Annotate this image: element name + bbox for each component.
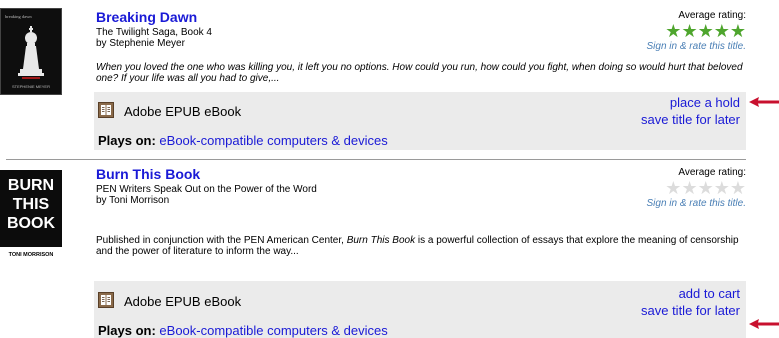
cover-line3: BOOK [7,215,55,232]
author-text: by Stephenie Meyer [96,38,185,49]
star-icon[interactable]: ★ [714,178,730,198]
title-actions: place a hold save title for later [641,94,740,128]
star-icon[interactable]: ★ [730,21,746,41]
star-icon[interactable]: ★ [681,21,697,41]
cover-bottom-text: STEPHENIE MEYER [12,84,50,89]
author-text: by Toni Morrison [96,195,170,206]
rating-label: Average rating: [678,10,746,21]
rating-stars[interactable]: ★★★★★ [647,178,746,198]
plays-on-label: Plays on: [98,133,156,148]
compatible-devices-link[interactable]: eBook-compatible computers & devices [159,323,387,338]
rating-block: Average rating: ★★★★★ Sign in & rate thi… [647,167,747,209]
title-link[interactable]: Burn This Book [96,166,200,182]
rating-label: Average rating: [678,167,746,178]
result-divider [6,159,746,160]
sign-in-to-rate-link[interactable]: Sign in & rate this title. [647,198,747,209]
series-text: PEN Writers Speak Out on the Power of th… [96,184,317,195]
open-book-icon [98,102,114,118]
star-icon[interactable]: ★ [714,21,730,41]
cover-top-text: breaking dawn [5,14,32,19]
star-icon[interactable]: ★ [665,178,681,198]
star-icon[interactable]: ★ [698,178,714,198]
description: When you loved the one who was killing y… [96,62,743,84]
star-icon[interactable]: ★ [730,178,746,198]
search-result-burn-this-book: BURN THIS BOOK TONI MORRISON Burn This B… [0,161,779,338]
add-to-cart-link[interactable]: add to cart [641,285,740,302]
rating-stars[interactable]: ★★★★★ [647,21,746,41]
series-text: The Twilight Saga, Book 4 [96,27,212,38]
format-name: Adobe EPUB eBook [124,294,242,309]
cover-art: breaking dawn STEPHENIE MEYER [1,9,61,94]
format-box: Adobe EPUB eBook Plays on: eBook-compati… [94,92,746,150]
cover-line2: THIS [13,196,50,213]
description-text: Published in conjunction with the PEN Am… [96,235,347,246]
title-actions: add to cart save title for later [641,285,740,319]
cover-art: BURN THIS BOOK TONI MORRISON [0,170,62,260]
title-link[interactable]: Breaking Dawn [96,9,197,25]
format-name: Adobe EPUB eBook [124,104,242,119]
title-meta: PEN Writers Speak Out on the Power of th… [96,184,317,206]
star-icon[interactable]: ★ [698,21,714,41]
left-arrow-icon [749,97,779,107]
plays-on-label: Plays on: [98,323,156,338]
cover-author: TONI MORRISON [9,252,54,258]
cover-breaking-dawn[interactable]: breaking dawn STEPHENIE MEYER [0,8,62,95]
left-arrow-icon [749,319,779,329]
compatible-devices-link[interactable]: eBook-compatible computers & devices [159,133,387,148]
description: Published in conjunction with the PEN Am… [96,235,746,257]
open-book-icon [98,292,114,308]
place-hold-link[interactable]: place a hold [641,94,740,111]
plays-on: Plays on: eBook-compatible computers & d… [98,323,388,338]
cover-line1: BURN [8,177,54,194]
sign-in-to-rate-link[interactable]: Sign in & rate this title. [647,41,747,52]
star-icon[interactable]: ★ [681,178,697,198]
cover-burn-this-book[interactable]: BURN THIS BOOK TONI MORRISON [0,170,62,260]
format-box: Adobe EPUB eBook Plays on: eBook-compati… [94,281,746,338]
save-title-link[interactable]: save title for later [641,302,740,319]
title-meta: The Twilight Saga, Book 4 by Stephenie M… [96,27,212,49]
description-title: Burn This Book [346,235,416,246]
plays-on: Plays on: eBook-compatible computers & d… [98,133,388,148]
star-icon[interactable]: ★ [665,21,681,41]
rating-block: Average rating: ★★★★★ Sign in & rate thi… [647,10,747,52]
search-result-breaking-dawn: breaking dawn STEPHENIE MEYER Breaking D… [0,0,779,158]
save-title-link[interactable]: save title for later [641,111,740,128]
